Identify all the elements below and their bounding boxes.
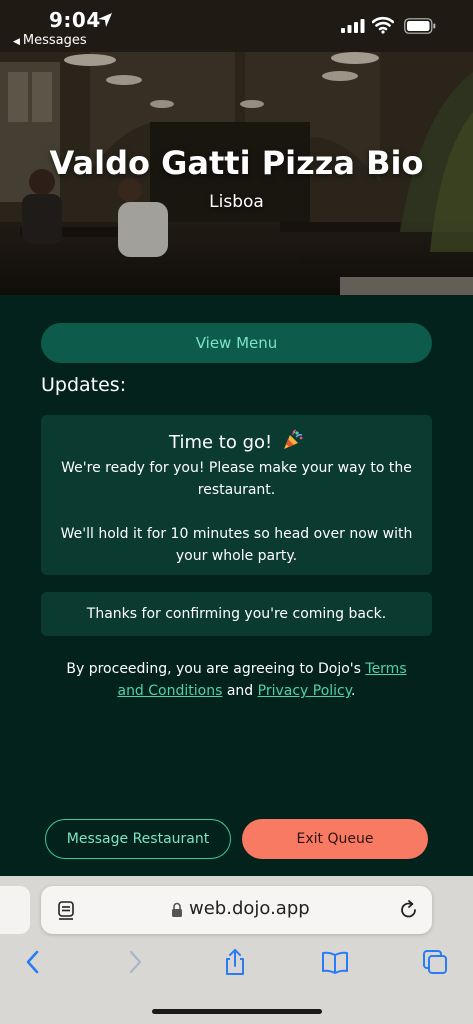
status-bar: 9:04 ◀ Messages bbox=[0, 0, 473, 52]
location-arrow-icon bbox=[98, 13, 112, 27]
update-paragraph-2: We'll hold it for 10 minutes so head ove… bbox=[60, 526, 413, 564]
reload-icon[interactable] bbox=[398, 899, 420, 921]
share-icon[interactable] bbox=[221, 948, 249, 976]
confirmation-card: Thanks for confirming you're coming back… bbox=[41, 592, 432, 636]
status-time: 9:04 bbox=[49, 8, 101, 32]
update-card-title-row: Time to go! bbox=[41, 429, 432, 453]
updates-heading: Updates: bbox=[41, 374, 127, 396]
url-text: web.dojo.app bbox=[189, 898, 310, 919]
update-card: Time to go! We're ready for you! Please … bbox=[41, 415, 432, 575]
back-triangle-icon: ◀ bbox=[13, 37, 20, 47]
address-bar[interactable]: web.dojo.app bbox=[41, 886, 432, 934]
hero-banner: Valdo Gatti Pizza Bio Lisboa bbox=[0, 52, 473, 295]
party-popper-icon bbox=[283, 429, 303, 449]
wifi-icon bbox=[372, 16, 394, 34]
forward-icon[interactable] bbox=[121, 948, 149, 976]
view-menu-button[interactable]: View Menu bbox=[41, 323, 432, 363]
legal-notice: By proceeding, you are agreeing to Dojo'… bbox=[60, 658, 413, 702]
tabs-icon[interactable] bbox=[421, 948, 449, 976]
back-app-label: Messages bbox=[22, 33, 87, 48]
lock-icon bbox=[172, 902, 182, 917]
previous-tab-peek[interactable] bbox=[0, 886, 30, 934]
legal-suffix: . bbox=[351, 683, 356, 699]
update-paragraph-1: We're ready for you! Please make your wa… bbox=[61, 460, 412, 498]
cellular-signal-icon bbox=[341, 19, 365, 33]
legal-middle: and bbox=[222, 683, 258, 699]
battery-icon bbox=[404, 18, 436, 34]
back-icon[interactable] bbox=[19, 948, 47, 976]
restaurant-name: Valdo Gatti Pizza Bio bbox=[49, 144, 424, 182]
page-menu-icon[interactable] bbox=[57, 900, 77, 920]
privacy-policy-link[interactable]: Privacy Policy bbox=[258, 683, 351, 699]
legal-prefix: By proceeding, you are agreeing to Dojo'… bbox=[66, 661, 366, 677]
update-card-title: Time to go! bbox=[169, 432, 273, 453]
home-indicator[interactable] bbox=[152, 1009, 322, 1014]
bookmarks-icon[interactable] bbox=[321, 948, 349, 976]
update-card-body: We're ready for you! Please make your wa… bbox=[41, 457, 432, 567]
restaurant-city: Lisboa bbox=[209, 192, 264, 212]
browser-chrome: web.dojo.app bbox=[0, 876, 473, 1024]
back-to-messages[interactable]: ◀ Messages bbox=[13, 33, 87, 48]
message-restaurant-button[interactable]: Message Restaurant bbox=[45, 819, 231, 859]
confirmation-text: Thanks for confirming you're coming back… bbox=[86, 606, 387, 622]
exit-queue-button[interactable]: Exit Queue bbox=[242, 819, 428, 859]
